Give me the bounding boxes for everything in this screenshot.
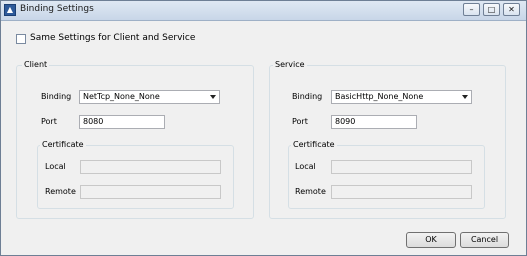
maximize-button[interactable]: □ (483, 3, 500, 16)
client-certificate-group: Certificate Local Remote (37, 140, 234, 209)
service-certificate-group: Certificate Local Remote (288, 140, 485, 209)
same-settings-label: Same Settings for Client and Service (30, 33, 196, 43)
binding-settings-window: ▲ Binding Settings – □ ✕ Same Settings f… (0, 0, 527, 256)
service-binding-label: Binding (292, 92, 323, 101)
cancel-button[interactable]: Cancel (460, 232, 509, 248)
app-icon: ▲ (4, 4, 16, 16)
client-binding-value: NetTcp_None_None (83, 92, 160, 101)
service-legend: Service (273, 60, 307, 69)
client-binding-label: Binding (41, 92, 72, 101)
client-remote-input[interactable] (80, 185, 221, 199)
service-local-input[interactable] (331, 160, 472, 174)
service-certificate-legend: Certificate (291, 140, 337, 149)
service-port-input[interactable]: 8090 (331, 115, 417, 129)
chevron-down-icon (210, 95, 216, 99)
client-legend: Client (22, 60, 50, 69)
service-remote-input[interactable] (331, 185, 472, 199)
client-local-label: Local (45, 162, 66, 171)
client-remote-label: Remote (45, 187, 76, 196)
service-group: Service Binding BasicHttp_None_None Port… (269, 60, 506, 219)
service-binding-value: BasicHttp_None_None (335, 92, 424, 101)
client-port-input[interactable]: 8080 (79, 115, 165, 129)
close-button[interactable]: ✕ (503, 3, 520, 16)
service-local-label: Local (295, 162, 316, 171)
service-port-label: Port (292, 117, 308, 126)
window-title: Binding Settings (20, 4, 94, 14)
title-bar[interactable]: ▲ Binding Settings – □ ✕ (1, 1, 526, 21)
client-port-label: Port (41, 117, 57, 126)
minimize-button[interactable]: – (463, 3, 480, 16)
client-certificate-legend: Certificate (40, 140, 86, 149)
same-settings-checkbox[interactable] (16, 34, 26, 44)
client-binding-select[interactable]: NetTcp_None_None (79, 90, 220, 104)
ok-button[interactable]: OK (406, 232, 456, 248)
service-binding-select[interactable]: BasicHttp_None_None (331, 90, 472, 104)
chevron-down-icon (462, 95, 468, 99)
client-local-input[interactable] (80, 160, 221, 174)
service-remote-label: Remote (295, 187, 326, 196)
client-group: Client Binding NetTcp_None_None Port 808… (16, 60, 254, 219)
